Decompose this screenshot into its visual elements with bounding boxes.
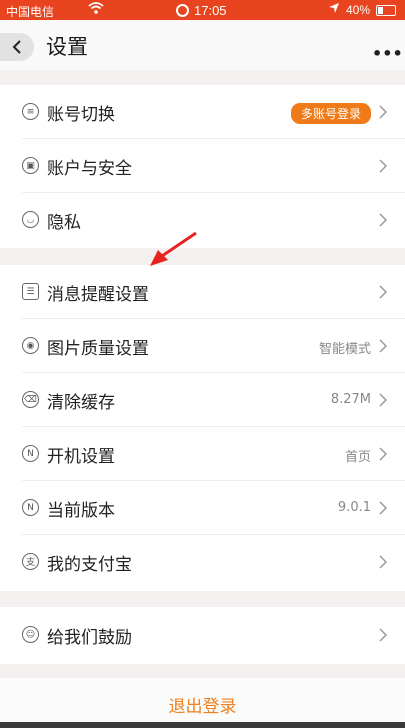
privacy-eye-icon: ◡ — [22, 211, 39, 228]
switch-account-icon: ≡ — [22, 103, 39, 120]
encourage-us-row[interactable]: ☺ 给我们鼓励 — [0, 608, 405, 662]
chevron-right-icon — [379, 339, 388, 353]
message-settings-icon: ☰ — [22, 283, 39, 300]
row-label: 当前版本 — [47, 501, 115, 521]
settings-group-feedback: ☺ 给我们鼓励 — [0, 607, 405, 664]
multi-account-badge[interactable]: 多账号登录 — [290, 103, 371, 124]
row-value: 首页 — [344, 450, 371, 465]
row-label: 账号切换 — [47, 105, 115, 125]
chevron-right-icon — [379, 285, 388, 299]
nav-bar: 设置 ••• — [0, 20, 405, 70]
chevron-right-icon — [379, 555, 388, 569]
row-label: 消息提醒设置 — [47, 285, 149, 305]
wifi-icon — [88, 1, 104, 18]
account-switch-row[interactable]: ≡ 账号切换 多账号登录 — [0, 85, 405, 139]
settings-group-general: ☰ 消息提醒设置 ◉ 图片质量设置 智能模式 ⌫ 清除缓存 8.27M N 开机… — [0, 265, 405, 591]
annotation-arrow-icon — [150, 231, 197, 266]
row-label: 隐私 — [47, 213, 81, 233]
carrier-name: 中国电信 — [6, 5, 55, 19]
chevron-right-icon — [379, 213, 388, 227]
row-label: 账户与安全 — [47, 159, 132, 179]
startup-icon: N — [22, 445, 39, 462]
alipay-icon: 支 — [22, 553, 39, 570]
my-alipay-row[interactable]: 支 我的支付宝 — [0, 535, 405, 589]
row-value: 智能模式 — [318, 342, 371, 357]
privacy-row[interactable]: ◡ 隐私 — [0, 193, 405, 247]
back-button[interactable] — [0, 33, 34, 61]
version-icon: N — [22, 499, 39, 516]
status-bar: 中国电信 17:05 40% — [0, 0, 405, 20]
row-label: 清除缓存 — [47, 393, 115, 413]
startup-settings-row[interactable]: N 开机设置 首页 — [0, 427, 405, 481]
image-quality-icon: ◉ — [22, 337, 39, 354]
encourage-icon: ☺ — [22, 626, 39, 643]
battery-percent: 40% — [346, 3, 371, 17]
bottom-edge — [0, 722, 405, 728]
more-options-button[interactable]: ••• — [372, 44, 403, 63]
message-settings-row[interactable]: ☰ 消息提醒设置 — [0, 265, 405, 319]
battery-icon — [376, 5, 396, 16]
logout-button[interactable]: 退出登录 — [0, 692, 405, 717]
logout-bar: 退出登录 — [0, 678, 405, 722]
chevron-right-icon — [379, 393, 388, 407]
current-version-row[interactable]: N 当前版本 9.0.1 — [0, 481, 405, 535]
clock: 17:05 — [176, 3, 227, 18]
clear-cache-icon: ⌫ — [22, 391, 39, 408]
chevron-left-icon — [12, 40, 21, 54]
settings-group-account: ≡ 账号切换 多账号登录 ▣ 账户与安全 ◡ 隐私 — [0, 85, 405, 248]
row-label: 开机设置 — [47, 447, 115, 467]
time-text: 17:05 — [194, 3, 227, 18]
row-label: 给我们鼓励 — [47, 628, 132, 648]
lock-icon: ▣ — [22, 157, 39, 174]
clear-cache-row[interactable]: ⌫ 清除缓存 8.27M — [0, 373, 405, 427]
chevron-right-icon — [379, 501, 388, 515]
account-security-row[interactable]: ▣ 账户与安全 — [0, 139, 405, 193]
screen-record-icon — [176, 4, 189, 17]
image-quality-row[interactable]: ◉ 图片质量设置 智能模式 — [0, 319, 405, 373]
chevron-right-icon — [379, 159, 388, 173]
row-label: 我的支付宝 — [47, 555, 132, 575]
chevron-right-icon — [379, 628, 388, 642]
page-title: 设置 — [46, 35, 88, 59]
row-label: 图片质量设置 — [47, 339, 149, 359]
row-value: 9.0.1 — [337, 500, 371, 515]
row-value: 8.27M — [330, 392, 371, 407]
chevron-right-icon — [379, 447, 388, 461]
chevron-right-icon — [379, 105, 388, 119]
location-icon — [328, 2, 340, 17]
